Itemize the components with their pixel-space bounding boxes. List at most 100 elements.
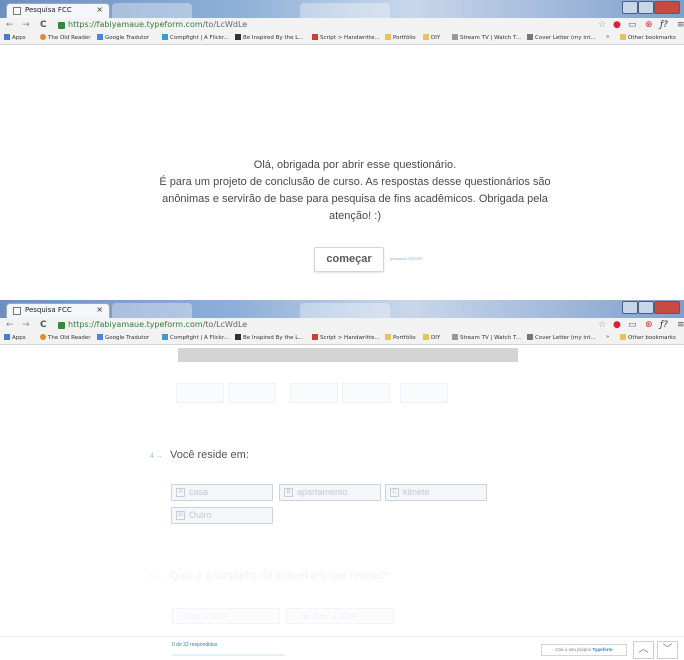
form-footer: 0 de 22 respondidas Crie o seu próprio T… (0, 636, 684, 660)
bookmark-google-tradutor[interactable]: Google Tradutor (97, 334, 149, 341)
bookmark-apps[interactable]: Apps (4, 334, 26, 341)
bookmarks-overflow[interactable]: » (606, 34, 609, 40)
minimize-button[interactable] (622, 301, 638, 314)
bookmark-other[interactable]: Other bookmarks (620, 334, 676, 341)
faded-option-label: 0m² a 30m² (187, 612, 228, 621)
cast-icon[interactable]: ▭ (628, 20, 637, 30)
minimize-button[interactable] (622, 1, 638, 14)
reload-icon[interactable]: C (40, 20, 47, 30)
next-question-text: Qual é o tamanho do imóvel em que reside… (170, 570, 391, 582)
previous-question-banner (178, 348, 518, 362)
bookmark-cover-letter[interactable]: Cover Letter (my int... (527, 34, 596, 41)
reload-icon[interactable]: C (40, 320, 47, 330)
forward-arrow-icon[interactable]: → (22, 20, 30, 30)
close-window-button[interactable] (654, 1, 680, 14)
bookmark-compfight[interactable]: Compfight | A Flickr... (162, 334, 229, 341)
question-text: Você reside em: (170, 449, 249, 461)
formula-extension-icon[interactable]: ƒ? (660, 20, 668, 30)
tab-close-icon[interactable]: × (96, 5, 103, 14)
url-field[interactable]: https://fabiyamaue.typeform.com/to/LcWdL… (68, 320, 247, 329)
menu-icon[interactable]: ≡ (677, 320, 684, 330)
url-field[interactable]: https://fabiyamaue.typeform.com/to/LcWdL… (68, 20, 247, 29)
choice-label: kitnete (403, 487, 430, 497)
bookmark-old-reader[interactable]: The Old Reader (40, 34, 91, 41)
faded-choice[interactable] (342, 383, 390, 403)
window-controls (622, 1, 680, 14)
choice-kitnete[interactable]: C kitnete (385, 484, 487, 501)
tab-close-icon[interactable]: × (96, 305, 103, 314)
faded-choice[interactable] (290, 383, 338, 403)
welcome-screenshot: Pesquisa FCC × ← → C https://fabiyamaue.… (0, 0, 684, 300)
enter-hint: pressione ENTER (390, 256, 423, 261)
browser-tab[interactable]: Pesquisa FCC × (6, 3, 110, 18)
chevron-down-icon[interactable]: ﹀ (657, 641, 678, 659)
bookmarks-overflow[interactable]: » (606, 334, 609, 340)
faded-choice[interactable] (228, 383, 276, 403)
extension-icon[interactable]: ● (613, 20, 621, 30)
bookmark-google-tradutor[interactable]: Google Tradutor (97, 34, 149, 41)
menu-icon[interactable]: ≡ (677, 20, 684, 30)
pinterest-icon[interactable]: ⊛ (645, 320, 653, 330)
bookmark-old-reader[interactable]: The Old Reader (40, 334, 91, 341)
close-window-button[interactable] (654, 301, 680, 314)
progress-text: 0 de 22 respondidas (172, 642, 218, 648)
bookmark-script[interactable]: Script > Handwritte... (312, 34, 380, 41)
faded-option[interactable]: de 30m² a 60m² (286, 608, 394, 624)
lock-icon (58, 22, 65, 29)
choice-outro[interactable]: D Outro (171, 507, 273, 524)
pinterest-icon[interactable]: ⊛ (645, 20, 653, 30)
address-bar: ← → C https://fabiyamaue.typeform.com/to… (0, 318, 684, 333)
blurred-tab[interactable] (112, 3, 192, 18)
choice-label: casa (189, 487, 209, 497)
choice-apartamento[interactable]: B apartamento (279, 484, 381, 501)
maximize-button[interactable] (638, 301, 654, 314)
faded-choice[interactable] (176, 383, 224, 403)
address-bar: ← → C https://fabiyamaue.typeform.com/to… (0, 18, 684, 33)
lock-icon (58, 322, 65, 329)
formula-extension-icon[interactable]: ƒ? (660, 320, 668, 330)
cast-icon[interactable]: ▭ (628, 320, 637, 330)
bookmark-diy[interactable]: DIY (423, 34, 440, 41)
window-titlebar: Pesquisa FCC × (0, 0, 684, 18)
window-titlebar: Pesquisa FCC × (0, 300, 684, 318)
faded-option-label: de 30m² a 60m² (301, 612, 358, 621)
extension-icon[interactable]: ● (613, 320, 621, 330)
bookmark-be-inspired[interactable]: Be Inspired By the L... (235, 334, 304, 341)
bookmark-diy[interactable]: DIY (423, 334, 440, 341)
blurred-tab[interactable] (300, 3, 390, 18)
choice-key: C (390, 488, 399, 497)
browser-tab[interactable]: Pesquisa FCC × (6, 303, 110, 318)
back-arrow-icon[interactable]: ← (6, 20, 14, 30)
welcome-line: É para um projeto de conclusão de curso.… (159, 176, 551, 188)
typeform-favicon-icon (13, 307, 21, 315)
choice-key: B (284, 488, 293, 497)
star-icon[interactable]: ☆ (598, 320, 606, 330)
star-icon[interactable]: ☆ (598, 20, 606, 30)
bookmark-portfolio[interactable]: Portfólio (385, 34, 416, 41)
bookmark-compfight[interactable]: Compfight | A Flickr... (162, 34, 229, 41)
bookmark-be-inspired[interactable]: Be Inspired By the L... (235, 34, 304, 41)
choice-casa[interactable]: A casa (171, 484, 273, 501)
blurred-tab[interactable] (300, 303, 390, 318)
back-arrow-icon[interactable]: ← (6, 320, 14, 330)
progress-bar (172, 654, 284, 656)
chevron-up-icon[interactable]: ︿ (633, 641, 654, 659)
bookmark-stream-tv[interactable]: Stream TV | Watch T... (452, 334, 521, 341)
faded-choice[interactable] (400, 383, 448, 403)
question-screenshot: Pesquisa FCC × ← → C https://fabiyamaue.… (0, 300, 684, 660)
bookmark-stream-tv[interactable]: Stream TV | Watch T... (452, 34, 521, 41)
forward-arrow-icon[interactable]: → (22, 320, 30, 330)
bookmark-apps[interactable]: Apps (4, 34, 26, 41)
start-button[interactable]: começar (314, 247, 384, 272)
bookmark-portfolio[interactable]: Portfólio (385, 334, 416, 341)
bookmark-cover-letter[interactable]: Cover Letter (my int... (527, 334, 596, 341)
typeform-badge[interactable]: Crie o seu próprio Typeform (541, 644, 627, 656)
maximize-button[interactable] (638, 1, 654, 14)
bookmark-other[interactable]: Other bookmarks (620, 34, 676, 41)
typeform-favicon-icon (13, 7, 21, 15)
faded-option[interactable]: 0m² a 30m² (172, 608, 280, 624)
next-question-number: 5 → (150, 574, 163, 581)
tab-title: Pesquisa FCC (25, 6, 72, 14)
blurred-tab[interactable] (112, 303, 192, 318)
bookmark-script[interactable]: Script > Handwritte... (312, 334, 380, 341)
